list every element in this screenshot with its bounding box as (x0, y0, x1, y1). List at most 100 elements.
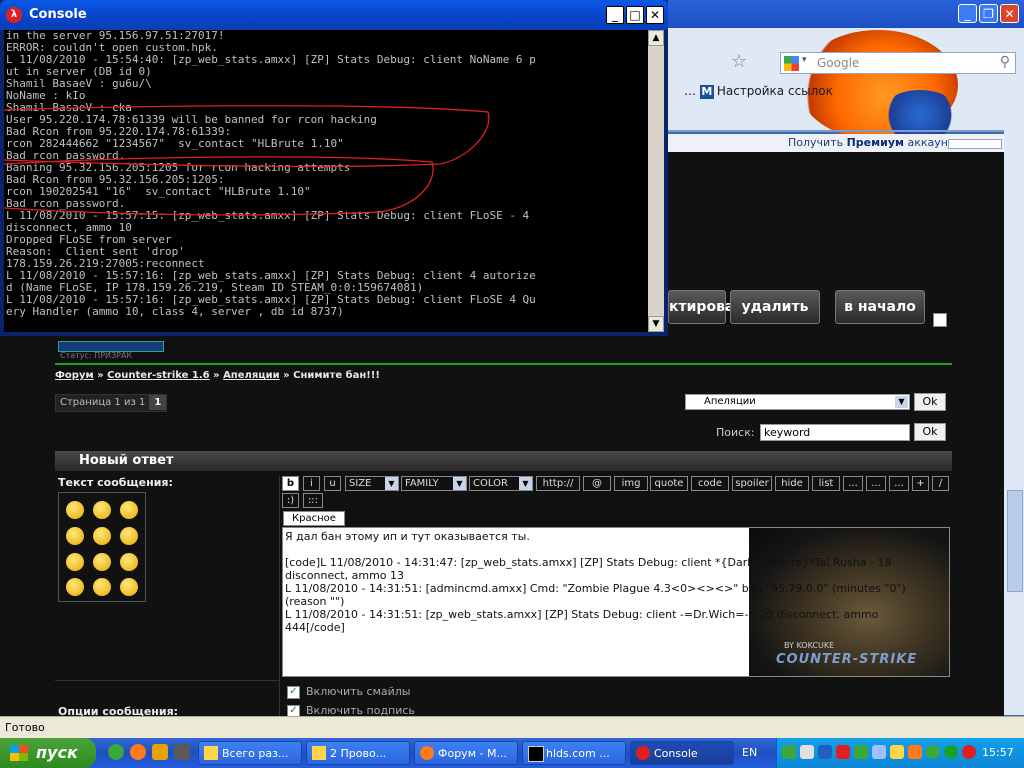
forum-jump-select[interactable]: Апеляции ▼ (685, 394, 910, 410)
console-titlebar[interactable]: λ Console _ □ ✕ (0, 0, 668, 30)
scroll-up-icon[interactable]: ▲ (648, 30, 664, 46)
halflife-icon: λ (6, 7, 22, 23)
scrollbar-thumb[interactable] (1007, 490, 1023, 592)
delete-button[interactable]: удалить (730, 290, 820, 324)
smiley-icon[interactable] (93, 501, 111, 519)
select-post-checkbox[interactable] (933, 313, 947, 327)
hide-button[interactable]: hide (775, 476, 809, 491)
img-button[interactable]: img (614, 476, 648, 491)
firefox-titlebar[interactable]: _ ❐ ✕ (668, 0, 1024, 28)
bold-button[interactable]: b (282, 476, 299, 491)
chevron-down-icon[interactable]: ▼ (895, 396, 908, 408)
close-icon[interactable]: ✕ (1000, 4, 1019, 23)
page-scrollbar[interactable] (1004, 130, 1024, 715)
email-button[interactable]: @ (583, 476, 611, 491)
quote-button[interactable]: quote (650, 476, 688, 491)
quicklaunch-icon[interactable] (174, 744, 190, 760)
firefox-icon[interactable] (130, 744, 146, 760)
chevron-down-icon[interactable]: ▾ (802, 55, 807, 65)
tray-icon[interactable] (800, 745, 814, 759)
smiley-icon[interactable] (120, 578, 138, 596)
maximize-icon[interactable]: □ (626, 6, 644, 24)
steam-icon[interactable] (818, 745, 832, 759)
message-text[interactable]: Я дал бан этому ип и тут оказывается ты.… (285, 530, 935, 634)
quicklaunch-icon[interactable] (108, 744, 124, 760)
breadcrumb-sep: » (213, 370, 220, 381)
clock[interactable]: 15:57 (982, 746, 1014, 759)
breadcrumb-forum[interactable]: Форум (55, 370, 94, 381)
minimize-icon[interactable]: _ (606, 6, 624, 24)
smiley-icon[interactable] (66, 553, 84, 571)
color-select[interactable]: COLOR ▼ (469, 476, 533, 491)
search-ok-button[interactable]: Ok (914, 423, 946, 441)
page-1-link[interactable]: 1 (149, 395, 167, 410)
url-button[interactable]: http:// (536, 476, 580, 491)
google-icon[interactable] (784, 56, 799, 71)
family-select[interactable]: FAMILY ▼ (401, 476, 467, 491)
search-box[interactable]: ▾ Google ⚲ (780, 52, 1016, 74)
italic-button[interactable]: i (303, 476, 320, 491)
breadcrumb-cs16[interactable]: Counter-strike 1.6 (107, 370, 210, 381)
scroll-down-icon[interactable]: ▼ (648, 316, 664, 332)
search-icon[interactable]: ⚲ (1000, 54, 1010, 70)
bookmark-overflow[interactable]: … (684, 84, 696, 98)
tray-icon[interactable] (926, 745, 940, 759)
edit-button[interactable]: ктировать (668, 290, 751, 324)
tray-icon[interactable] (854, 745, 868, 759)
opera-icon[interactable] (962, 745, 976, 759)
more-button-3[interactable]: ... (889, 476, 909, 491)
slash-button[interactable]: / (932, 476, 949, 491)
minimize-icon[interactable]: _ (958, 4, 977, 23)
smiley-icon[interactable] (66, 578, 84, 596)
smiley-icon[interactable] (93, 553, 111, 571)
premium-slider[interactable] (948, 139, 1002, 149)
smiley-icon[interactable] (93, 527, 111, 545)
network-icon[interactable] (872, 745, 886, 759)
smiley-icon[interactable] (120, 553, 138, 571)
quicklaunch-icon[interactable] (152, 744, 168, 760)
smiley-icon[interactable] (66, 527, 84, 545)
tray-icon[interactable] (836, 745, 850, 759)
console-scrollbar[interactable]: ▲ ▼ (648, 30, 664, 332)
language-indicator[interactable]: EN (742, 746, 757, 759)
jump-ok-button[interactable]: Ok (914, 393, 946, 411)
size-select[interactable]: SIZE ▼ (345, 476, 399, 491)
bookmark-link[interactable]: … M Настройка ссылок (684, 84, 833, 99)
start-button[interactable]: пуск (0, 738, 96, 768)
red-color-button[interactable]: Красное (283, 511, 345, 526)
tray-icon[interactable] (782, 745, 796, 759)
task-item-active[interactable]: Console (630, 741, 734, 765)
volume-icon[interactable] (890, 745, 904, 759)
breadcrumb-appeals[interactable]: Апеляции (223, 370, 280, 381)
task-item[interactable]: Форум - М... (414, 741, 518, 765)
more-smiles-button[interactable]: ::: (303, 493, 323, 508)
chevron-down-icon[interactable]: ▼ (453, 477, 466, 490)
restore-icon[interactable]: ❐ (979, 4, 998, 23)
task-item[interactable]: hlds.com ... (522, 741, 626, 765)
smiley-icon[interactable] (66, 501, 84, 519)
smilies-checkbox[interactable]: ✓ (287, 686, 300, 699)
list-button[interactable]: list (812, 476, 840, 491)
more-button-2[interactable]: ... (866, 476, 886, 491)
code-button[interactable]: code (691, 476, 729, 491)
smile-button[interactable]: :) (282, 493, 299, 508)
task-item[interactable]: Всего раз... (198, 741, 302, 765)
chevron-down-icon[interactable]: ▼ (519, 477, 532, 490)
more-button-1[interactable]: ... (843, 476, 863, 491)
plus-button[interactable]: + (912, 476, 929, 491)
smiley-icon[interactable] (93, 578, 111, 596)
to-top-button[interactable]: в начало (835, 290, 925, 324)
smiley-icon[interactable] (120, 501, 138, 519)
task-item[interactable]: 2 Прово... (306, 741, 410, 765)
search-input[interactable]: Google (817, 56, 859, 70)
underline-button[interactable]: u (324, 476, 341, 491)
tray-icon[interactable] (908, 745, 922, 759)
chevron-down-icon[interactable]: ▼ (385, 477, 398, 490)
smiley-icon[interactable] (120, 527, 138, 545)
spoiler-button[interactable]: spoiler (732, 476, 772, 491)
tray-icon[interactable] (944, 745, 958, 759)
premium-link[interactable]: Получить Премиум аккаунт (788, 136, 954, 149)
star-icon[interactable]: ☆ (731, 51, 747, 72)
forum-search-input[interactable]: keyword (760, 424, 910, 441)
close-icon[interactable]: ✕ (646, 6, 664, 24)
